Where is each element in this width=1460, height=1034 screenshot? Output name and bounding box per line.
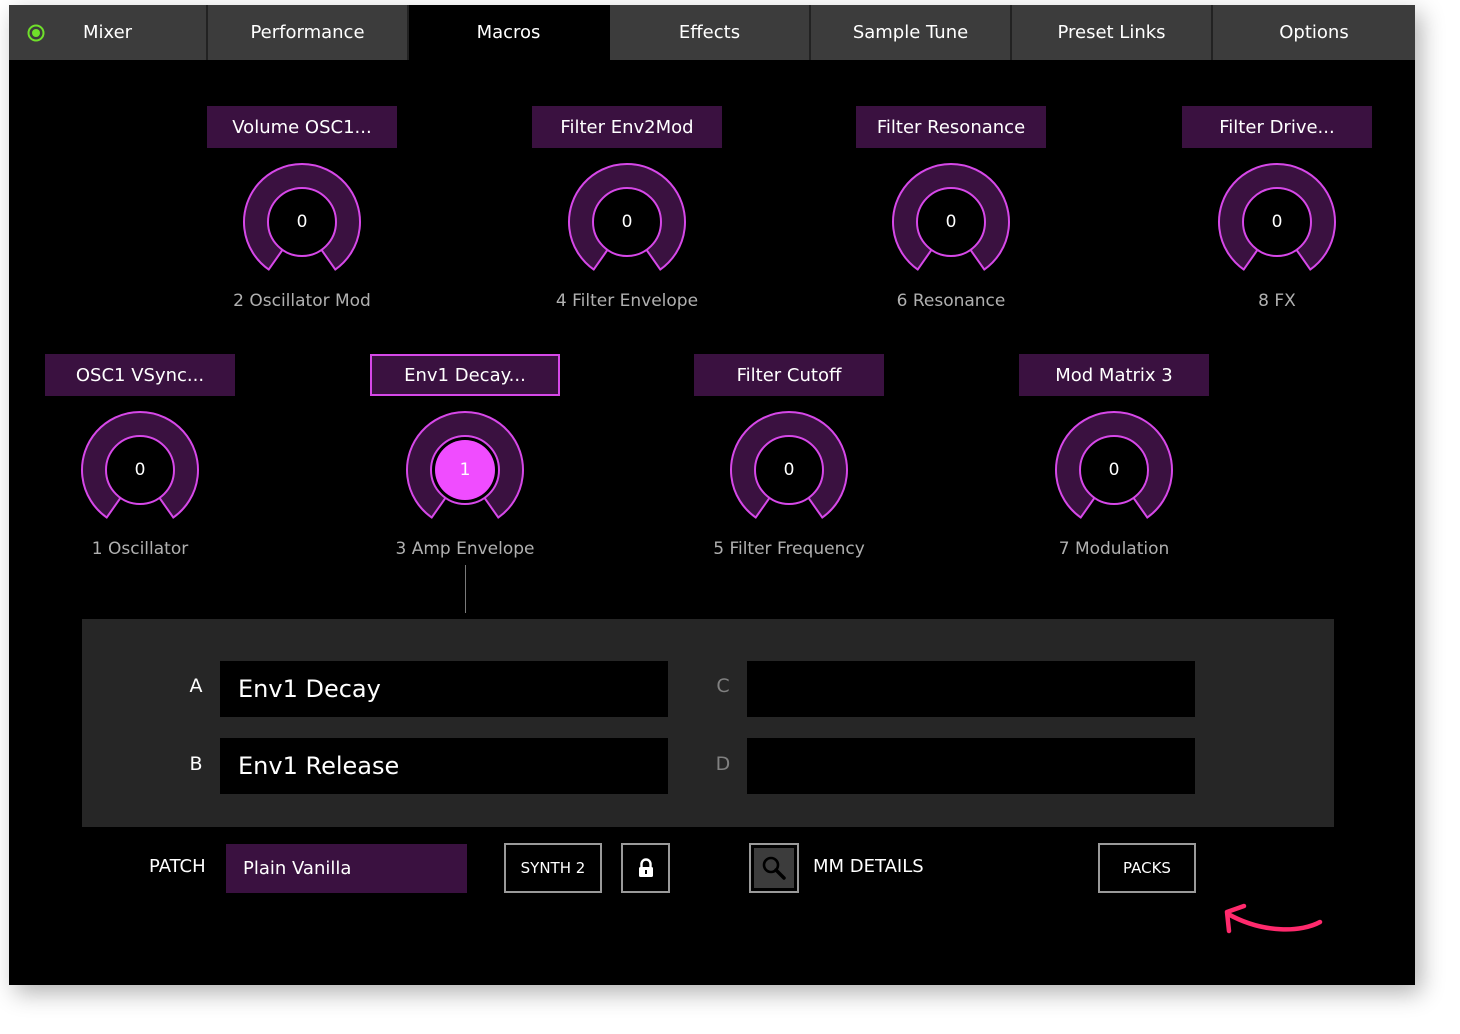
macro-name: 8 FX — [1258, 291, 1296, 311]
macro-target-button[interactable]: Mod Matrix 3 — [1019, 354, 1209, 396]
param-a-field[interactable]: Env1 Decay — [220, 661, 668, 717]
param-d-field[interactable] — [747, 738, 1195, 794]
param-a-label: A — [189, 675, 203, 697]
macro-target-button[interactable]: Env1 Decay... — [370, 354, 560, 396]
tab-label: Mixer — [82, 22, 133, 43]
connector-line — [465, 565, 466, 613]
tab-label: Options — [1279, 22, 1349, 43]
power-icon[interactable] — [27, 24, 45, 42]
tab-label: Effects — [678, 22, 741, 43]
synth-2-button[interactable]: SYNTH 2 — [504, 843, 602, 893]
knob-value: 0 — [783, 460, 795, 480]
param-c-label: C — [716, 675, 730, 697]
tab-preset-links[interactable]: Preset Links — [1012, 5, 1213, 60]
mm-details-search-button[interactable] — [749, 843, 799, 893]
macro-knob[interactable]: 1 — [405, 410, 525, 530]
macro-name: 3 Amp Envelope — [395, 539, 535, 559]
app-window: Mixer Performance Macros Effects Sample … — [9, 5, 1415, 985]
macro-name: 6 Resonance — [896, 291, 1006, 311]
macro-target-button[interactable]: Volume OSC1... — [207, 106, 397, 148]
tab-options[interactable]: Options — [1213, 5, 1415, 60]
patch-label: PATCH — [149, 856, 206, 877]
macro-target-button[interactable]: OSC1 VSync... — [45, 354, 235, 396]
macro-knob[interactable]: 0 — [1054, 410, 1174, 530]
tab-label: Preset Links — [1057, 22, 1166, 43]
macro-knob[interactable]: 0 — [729, 410, 849, 530]
knob-value: 1 — [459, 460, 471, 480]
macro-name: 4 Filter Envelope — [555, 291, 699, 311]
macro-knob[interactable]: 0 — [242, 162, 362, 282]
tab-label: Performance — [250, 22, 365, 43]
knob-value: 0 — [134, 460, 146, 480]
knob-value: 0 — [621, 212, 633, 232]
lock-icon — [638, 858, 653, 877]
macro-knob[interactable]: 0 — [891, 162, 1011, 282]
knob-value: 0 — [945, 212, 957, 232]
tab-sample-tune[interactable]: Sample Tune — [811, 5, 1012, 60]
tab-label: Macros — [476, 22, 541, 43]
macro-knob[interactable]: 0 — [80, 410, 200, 530]
tab-mixer[interactable]: Mixer — [9, 5, 208, 60]
mm-details-label: MM DETAILS — [813, 856, 924, 877]
param-c-field[interactable] — [747, 661, 1195, 717]
packs-button[interactable]: PACKS — [1098, 843, 1196, 893]
patch-name-field[interactable]: Plain Vanilla — [226, 844, 467, 893]
tab-macros[interactable]: Macros — [409, 5, 610, 60]
tab-label: Sample Tune — [852, 22, 969, 43]
macro-name: 1 Oscillator — [91, 539, 189, 559]
annotation-arrow-icon — [1224, 903, 1323, 934]
knob-value: 0 — [296, 212, 308, 232]
macro-target-button[interactable]: Filter Env2Mod — [532, 106, 722, 148]
macro-name: 2 Oscillator Mod — [233, 291, 371, 311]
macro-name: 5 Filter Frequency — [713, 539, 865, 559]
knob-value: 0 — [1271, 212, 1283, 232]
macro-target-button[interactable]: Filter Drive... — [1182, 106, 1372, 148]
param-b-label: B — [189, 753, 203, 775]
macro-target-button[interactable]: Filter Cutoff — [694, 354, 884, 396]
param-d-label: D — [715, 753, 731, 775]
tab-performance[interactable]: Performance — [208, 5, 409, 60]
magnifier-icon — [762, 856, 786, 880]
macro-knob[interactable]: 0 — [1217, 162, 1337, 282]
knob-value: 0 — [1108, 460, 1120, 480]
macro-name: 7 Modulation — [1058, 539, 1170, 559]
macro-target-button[interactable]: Filter Resonance — [856, 106, 1046, 148]
lock-button[interactable] — [621, 843, 670, 893]
tab-effects[interactable]: Effects — [610, 5, 811, 60]
macro-knob[interactable]: 0 — [567, 162, 687, 282]
tab-bar: Mixer Performance Macros Effects Sample … — [9, 5, 1415, 60]
param-b-field[interactable]: Env1 Release — [220, 738, 668, 794]
macro-params-panel: A Env1 Decay B Env1 Release C D — [82, 619, 1334, 827]
